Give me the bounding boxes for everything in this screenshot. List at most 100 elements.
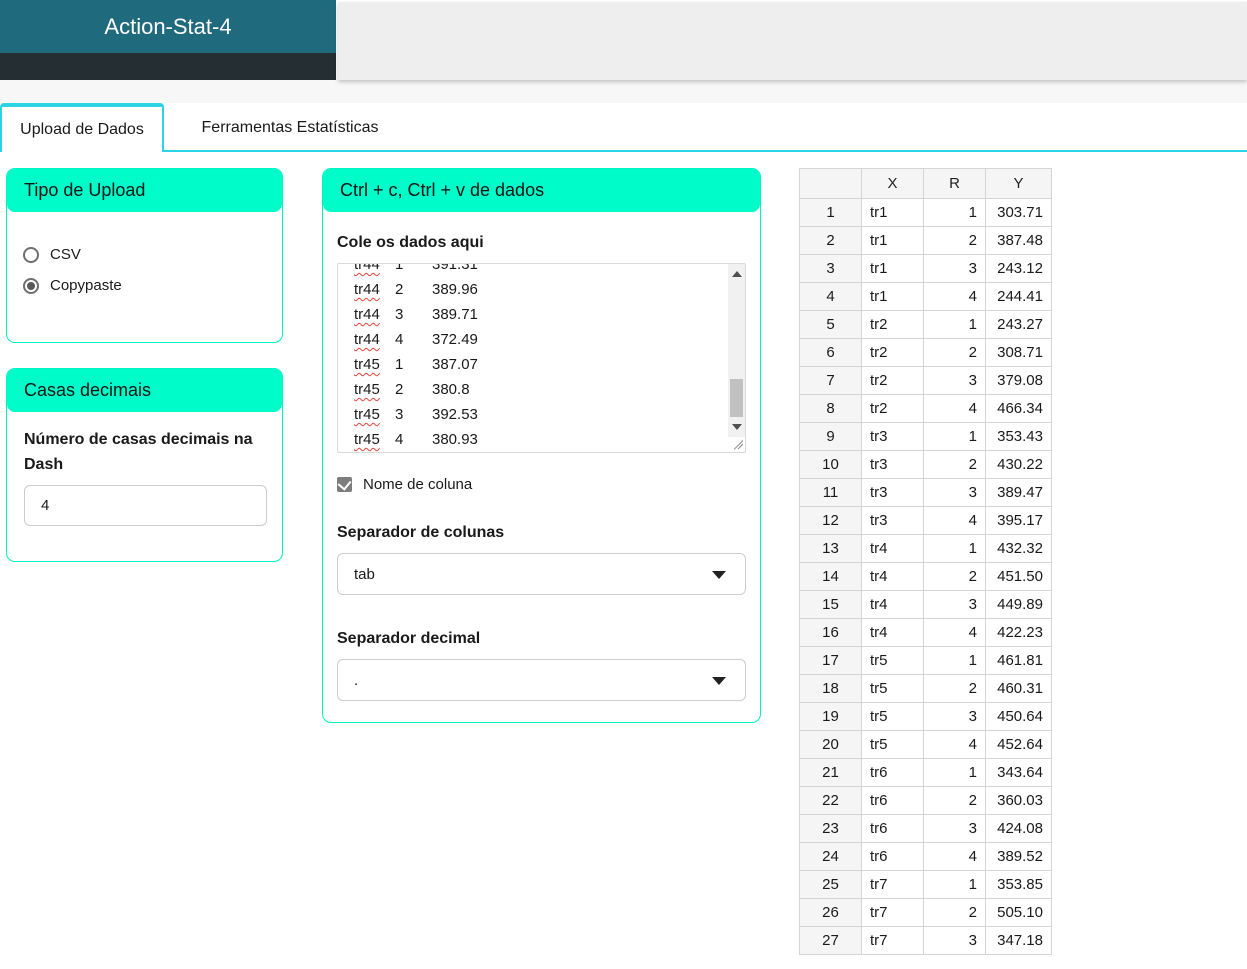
cell-x[interactable]: tr1	[861, 226, 924, 255]
cell-x[interactable]: tr2	[861, 366, 924, 395]
cell-r[interactable]: 2	[923, 450, 986, 479]
cell-y[interactable]: 389.52	[985, 842, 1052, 871]
cell-x[interactable]: tr4	[861, 562, 924, 591]
cell-r[interactable]: 1	[923, 534, 986, 563]
column-name-checkbox-row[interactable]: Nome de coluna	[337, 476, 746, 493]
row-number-cell[interactable]: 7	[799, 366, 862, 395]
cell-r[interactable]: 4	[923, 730, 986, 759]
row-number-cell[interactable]: 4	[799, 282, 862, 311]
cell-y[interactable]: 360.03	[985, 786, 1052, 815]
cell-r[interactable]: 2	[923, 562, 986, 591]
cell-x[interactable]: tr5	[861, 702, 924, 731]
cell-r[interactable]: 1	[923, 422, 986, 451]
cell-r[interactable]: 3	[923, 926, 986, 955]
textarea-scrollbar[interactable]	[728, 264, 745, 437]
cell-x[interactable]: tr3	[861, 506, 924, 535]
cell-y[interactable]: 347.18	[985, 926, 1052, 955]
row-number-cell[interactable]: 9	[799, 422, 862, 451]
cell-x[interactable]: tr3	[861, 478, 924, 507]
row-number-cell[interactable]: 21	[799, 758, 862, 787]
cell-r[interactable]: 3	[923, 478, 986, 507]
cell-x[interactable]: tr6	[861, 842, 924, 871]
cell-x[interactable]: tr7	[861, 898, 924, 927]
row-number-cell[interactable]: 15	[799, 590, 862, 619]
cell-y[interactable]: 424.08	[985, 814, 1052, 843]
row-number-cell[interactable]: 3	[799, 254, 862, 283]
cell-y[interactable]: 389.47	[985, 478, 1052, 507]
row-number-cell[interactable]: 26	[799, 898, 862, 927]
cell-y[interactable]: 432.32	[985, 534, 1052, 563]
cell-r[interactable]: 4	[923, 618, 986, 647]
row-number-cell[interactable]: 5	[799, 310, 862, 339]
scrollbar-thumb[interactable]	[730, 379, 743, 417]
cell-x[interactable]: tr6	[861, 758, 924, 787]
cell-r[interactable]: 3	[923, 254, 986, 283]
cell-x[interactable]: tr4	[861, 590, 924, 619]
cell-y[interactable]: 449.89	[985, 590, 1052, 619]
cell-x[interactable]: tr1	[861, 254, 924, 283]
row-number-cell[interactable]: 13	[799, 534, 862, 563]
cell-y[interactable]: 452.64	[985, 730, 1052, 759]
cell-x[interactable]: tr6	[861, 786, 924, 815]
radio-option-csv[interactable]: CSV	[23, 246, 266, 263]
row-number-cell[interactable]: 27	[799, 926, 862, 955]
cell-x[interactable]: tr4	[861, 534, 924, 563]
row-number-cell[interactable]: 18	[799, 674, 862, 703]
radio-option-copypaste[interactable]: Copypaste	[23, 277, 266, 294]
cell-y[interactable]: 451.50	[985, 562, 1052, 591]
cell-y[interactable]: 353.43	[985, 422, 1052, 451]
cell-y[interactable]: 243.27	[985, 310, 1052, 339]
cell-r[interactable]: 4	[923, 506, 986, 535]
cell-y[interactable]: 308.71	[985, 338, 1052, 367]
cell-r[interactable]: 2	[923, 786, 986, 815]
cell-x[interactable]: tr2	[861, 338, 924, 367]
row-number-cell[interactable]: 25	[799, 870, 862, 899]
row-number-cell[interactable]: 8	[799, 394, 862, 423]
decimals-input[interactable]	[24, 485, 267, 526]
cell-x[interactable]: tr5	[861, 646, 924, 675]
resize-grip-icon[interactable]	[730, 437, 743, 450]
cell-x[interactable]: tr4	[861, 618, 924, 647]
cell-r[interactable]: 2	[923, 898, 986, 927]
cell-r[interactable]: 1	[923, 310, 986, 339]
radio-icon[interactable]	[23, 246, 39, 263]
scroll-up-icon[interactable]	[732, 271, 742, 277]
cell-x[interactable]: tr3	[861, 450, 924, 479]
cell-r[interactable]: 1	[923, 870, 986, 899]
decimal-separator-select[interactable]: .	[337, 659, 746, 701]
cell-r[interactable]: 4	[923, 282, 986, 311]
row-number-cell[interactable]: 17	[799, 646, 862, 675]
row-number-cell[interactable]: 2	[799, 226, 862, 255]
row-number-cell[interactable]: 1	[799, 198, 862, 227]
cell-r[interactable]: 1	[923, 198, 986, 227]
cell-r[interactable]: 2	[923, 674, 986, 703]
cell-y[interactable]: 244.41	[985, 282, 1052, 311]
cell-y[interactable]: 387.48	[985, 226, 1052, 255]
column-separator-select[interactable]: tab	[337, 553, 746, 595]
cell-x[interactable]: tr2	[861, 394, 924, 423]
cell-y[interactable]: 303.71	[985, 198, 1052, 227]
cell-y[interactable]: 505.10	[985, 898, 1052, 927]
cell-y[interactable]: 466.34	[985, 394, 1052, 423]
cell-y[interactable]: 450.64	[985, 702, 1052, 731]
cell-x[interactable]: tr1	[861, 282, 924, 311]
row-number-cell[interactable]: 14	[799, 562, 862, 591]
cell-y[interactable]: 243.12	[985, 254, 1052, 283]
tab-ferramentas-estatisticas[interactable]: Ferramentas Estatísticas	[165, 103, 415, 152]
checkbox-checked-icon[interactable]	[337, 477, 352, 492]
scroll-down-icon[interactable]	[732, 424, 742, 430]
row-number-cell[interactable]: 20	[799, 730, 862, 759]
cell-r[interactable]: 3	[923, 702, 986, 731]
cell-r[interactable]: 2	[923, 338, 986, 367]
cell-x[interactable]: tr7	[861, 926, 924, 955]
row-number-cell[interactable]: 12	[799, 506, 862, 535]
cell-y[interactable]: 395.17	[985, 506, 1052, 535]
row-number-cell[interactable]: 19	[799, 702, 862, 731]
cell-x[interactable]: tr6	[861, 814, 924, 843]
row-number-cell[interactable]: 23	[799, 814, 862, 843]
cell-r[interactable]: 1	[923, 758, 986, 787]
cell-x[interactable]: tr3	[861, 422, 924, 451]
row-number-cell[interactable]: 16	[799, 618, 862, 647]
radio-icon[interactable]	[23, 277, 39, 294]
cell-y[interactable]: 460.31	[985, 674, 1052, 703]
